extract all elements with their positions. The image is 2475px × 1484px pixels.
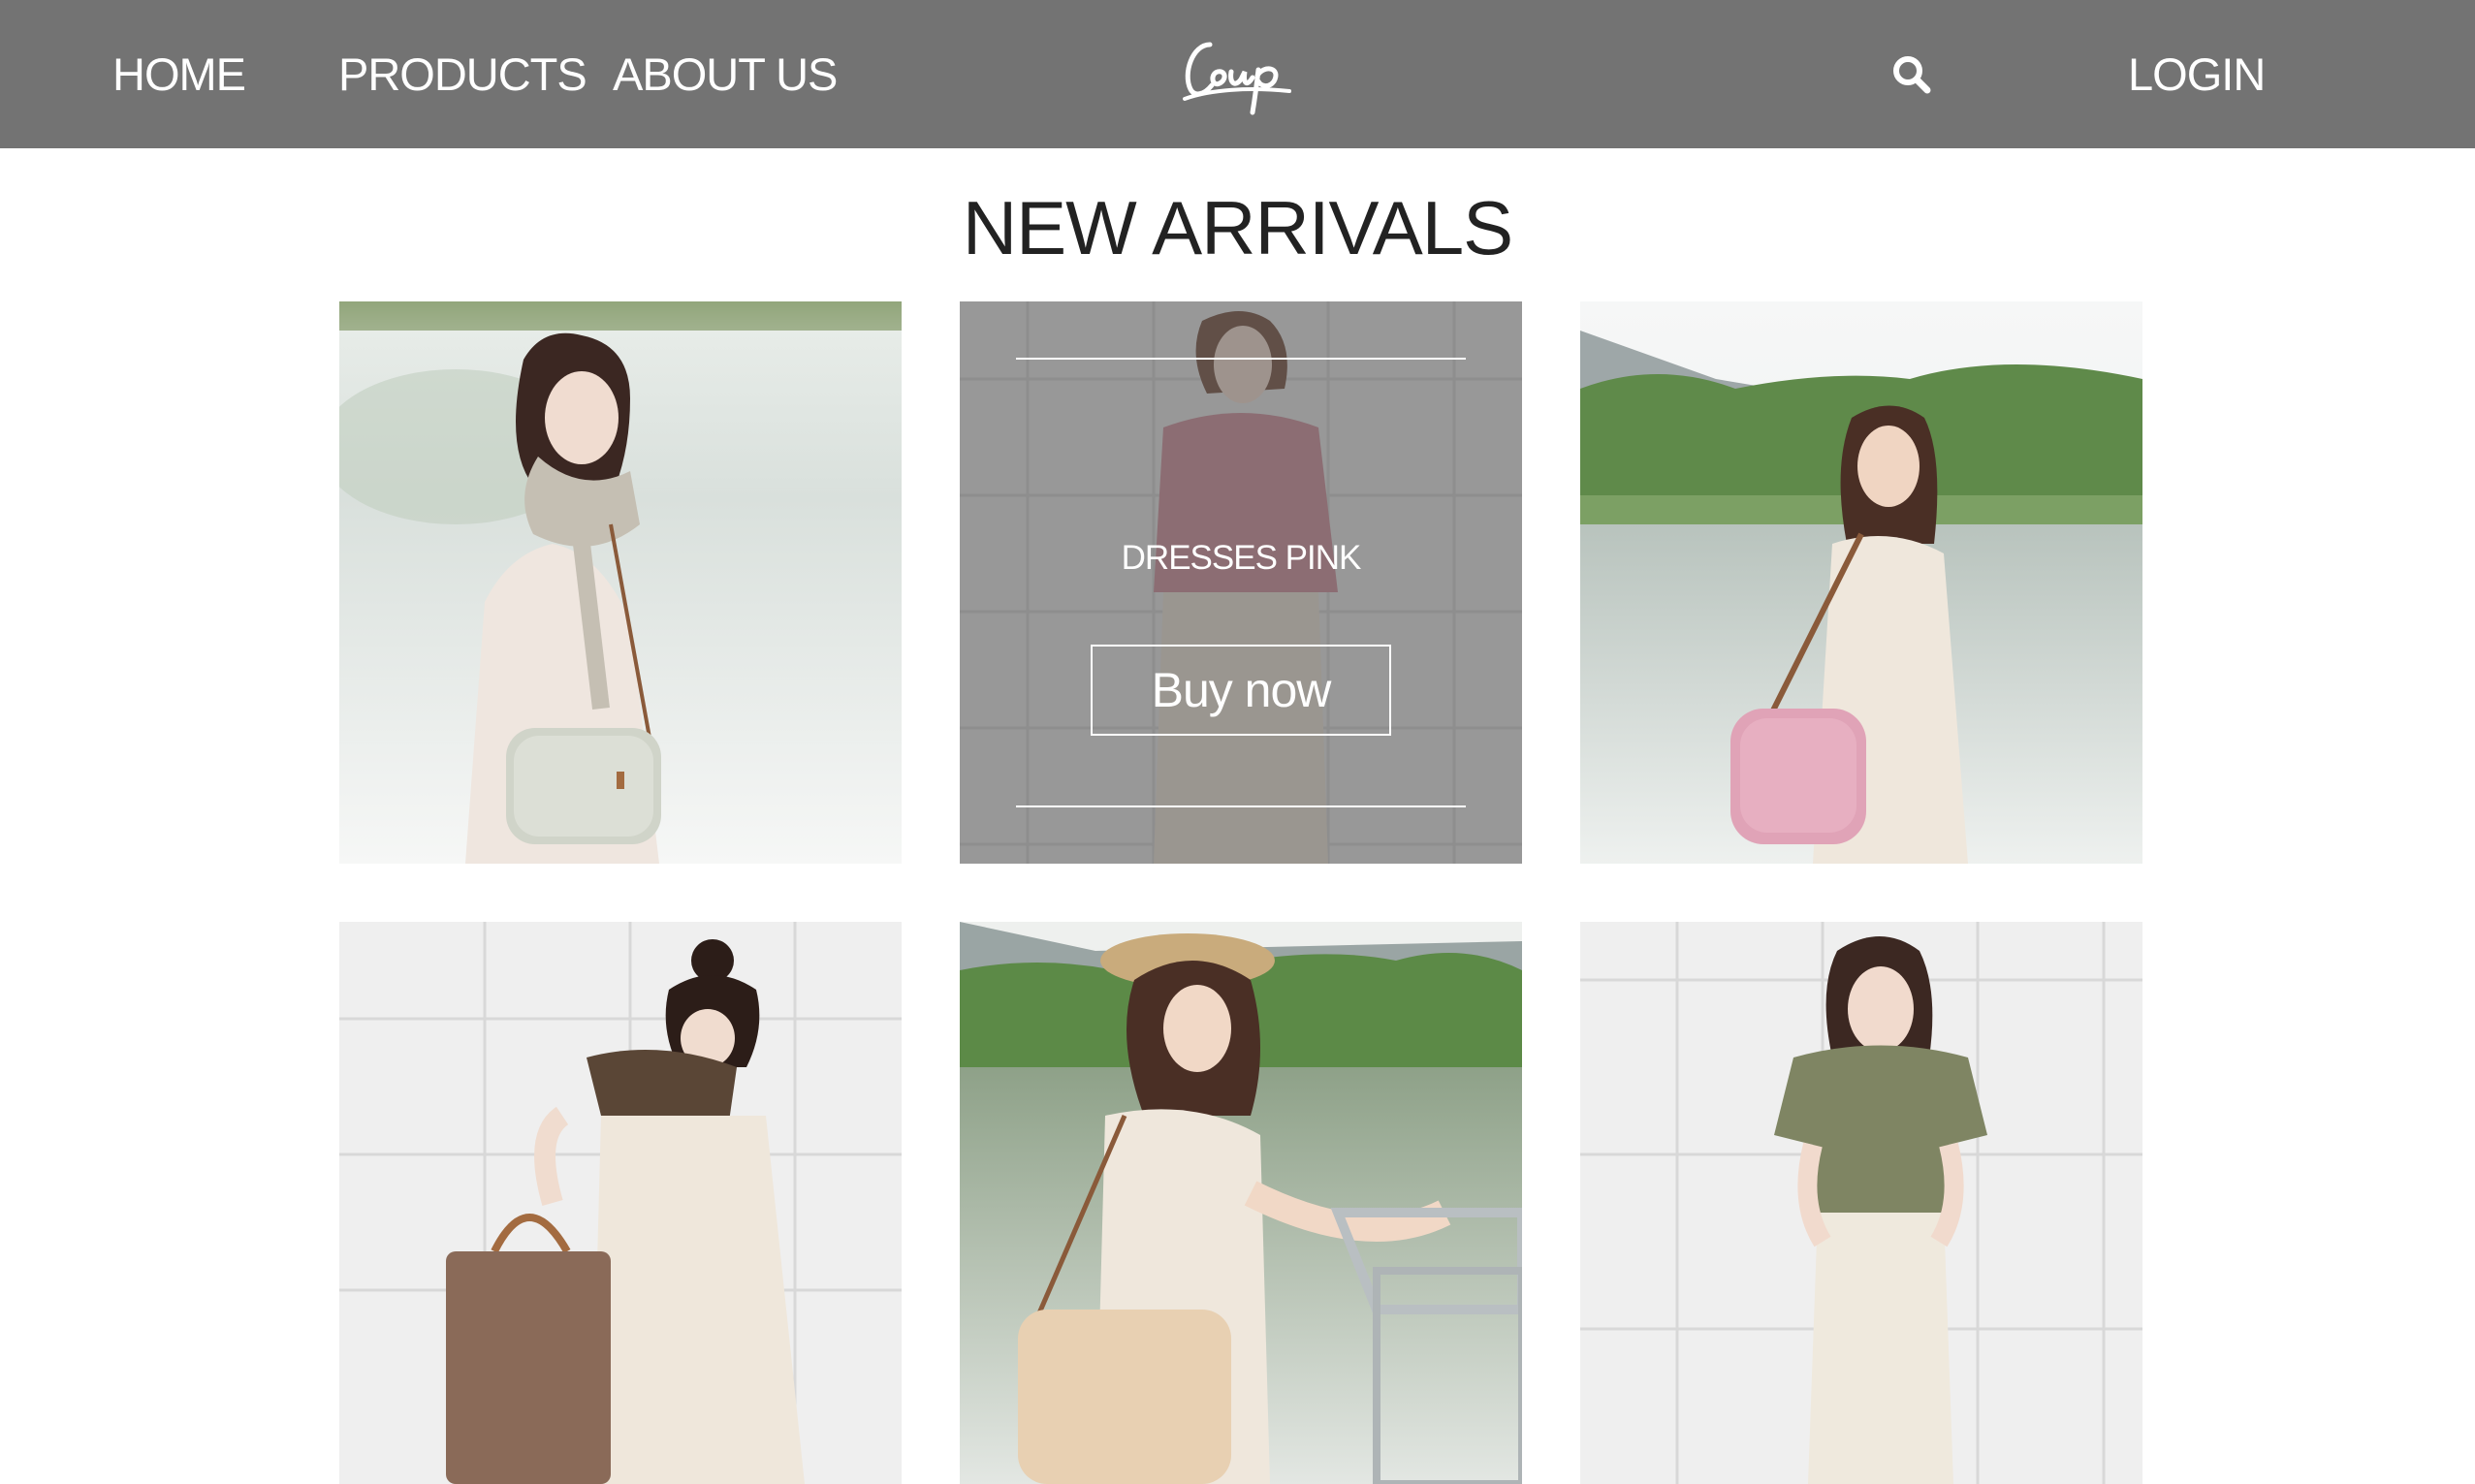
section-title: NEW ARRIVALS [962,185,1513,270]
product-card[interactable] [339,922,902,1484]
overlay-bottom-divider [1016,805,1466,807]
product-photo [960,922,1522,1484]
coup-logo[interactable] [1173,23,1309,120]
nav-products-link[interactable]: PRODUCTS [338,0,587,148]
product-photo [1580,922,2142,1484]
product-photo [339,301,902,864]
overlay-top-divider [1016,358,1466,360]
top-navbar: HOME PRODUCTS ABOUT US LOGIN [0,0,2475,148]
product-card[interactable] [960,922,1522,1484]
product-card[interactable] [1580,301,2142,864]
nav-about-link[interactable]: ABOUT US [613,0,838,148]
buy-now-button[interactable]: Buy now [1091,645,1391,736]
product-hover-overlay [960,301,1522,864]
product-card[interactable] [339,301,902,864]
product-photo [339,922,902,1484]
product-photo [1580,301,2142,864]
product-card[interactable]: DRESSES PINK Buy now [960,301,1522,864]
product-title: DRESSES PINK [1121,539,1362,577]
product-card[interactable] [1580,922,2142,1484]
nav-login-link[interactable]: LOGIN [2128,0,2266,148]
search-icon[interactable] [1890,53,1933,96]
nav-home-link[interactable]: HOME [112,0,246,148]
